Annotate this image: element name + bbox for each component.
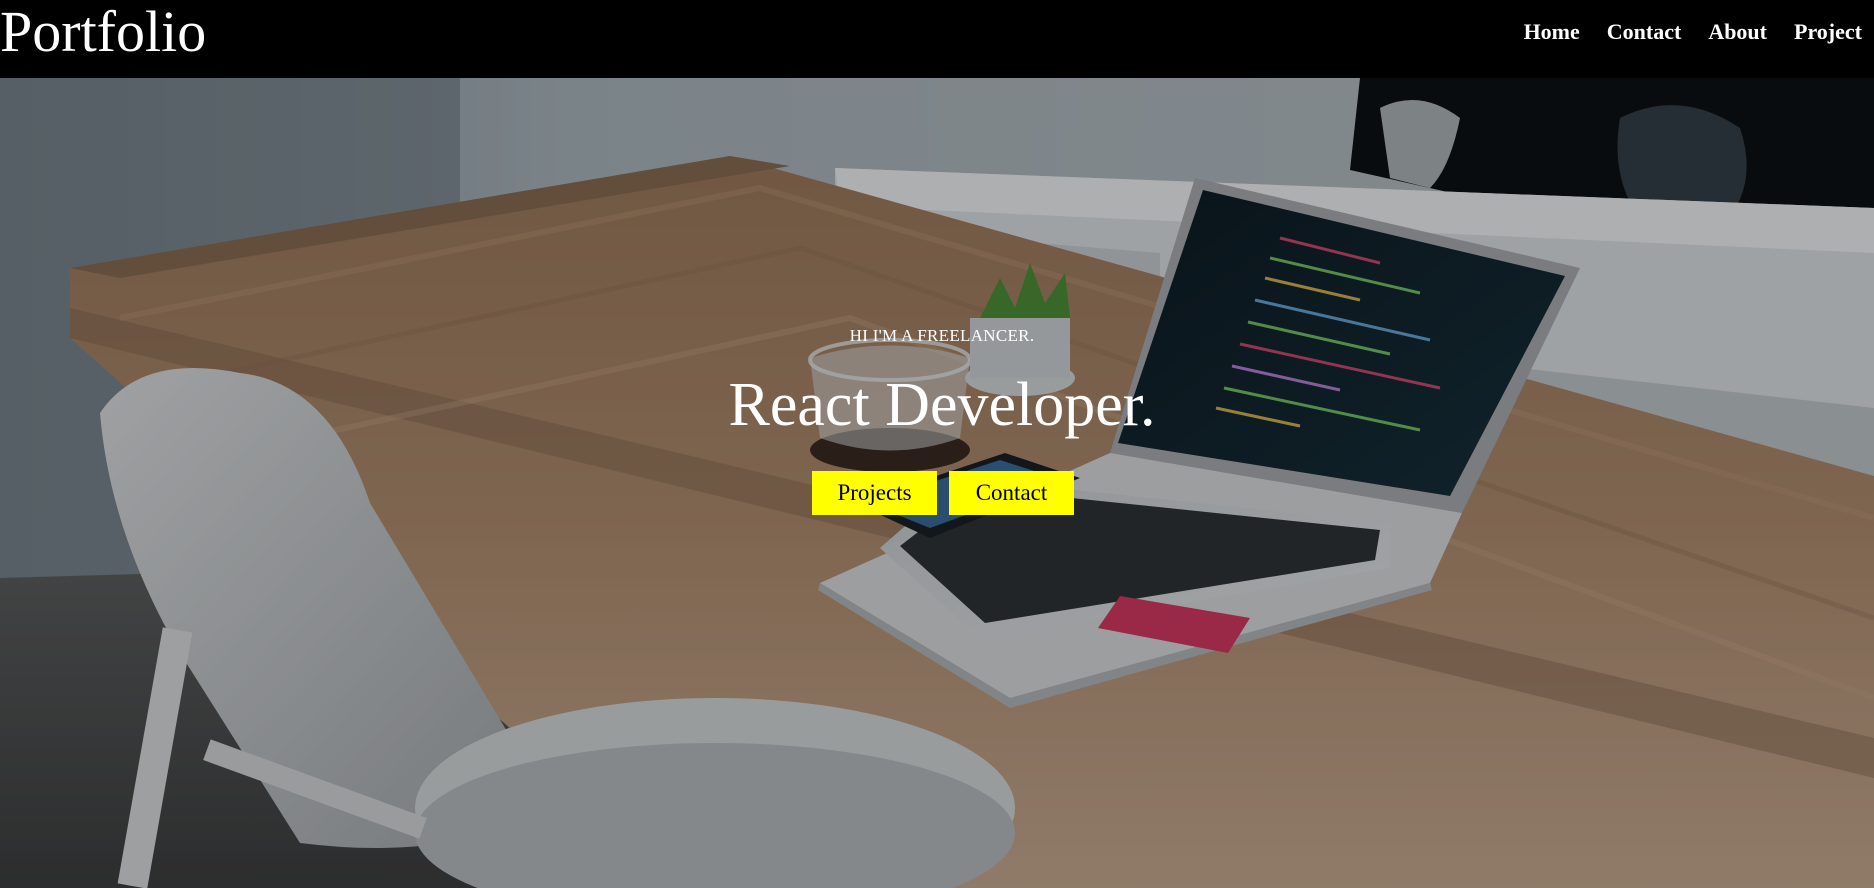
hero-headline: React Developer. xyxy=(728,371,1156,439)
hero-content: HI I'M A FREELANCER. React Developer. Pr… xyxy=(0,78,1874,888)
nav-link-home[interactable]: Home xyxy=(1524,19,1580,45)
hero-section: HI I'M A FREELANCER. React Developer. Pr… xyxy=(0,78,1874,888)
contact-button[interactable]: Contact xyxy=(949,471,1074,515)
nav-links: Home Contact About Project xyxy=(1497,19,1862,45)
hero-buttons: Projects Contact xyxy=(812,471,1086,515)
brand-logo[interactable]: Portfolio xyxy=(0,3,206,61)
navbar: Portfolio Home Contact About Project xyxy=(0,0,1874,78)
nav-link-about[interactable]: About xyxy=(1708,19,1767,45)
hero-tagline: HI I'M A FREELANCER. xyxy=(849,326,1035,345)
nav-link-contact[interactable]: Contact xyxy=(1607,19,1682,45)
projects-button[interactable]: Projects xyxy=(812,471,937,515)
nav-link-project[interactable]: Project xyxy=(1794,19,1862,45)
